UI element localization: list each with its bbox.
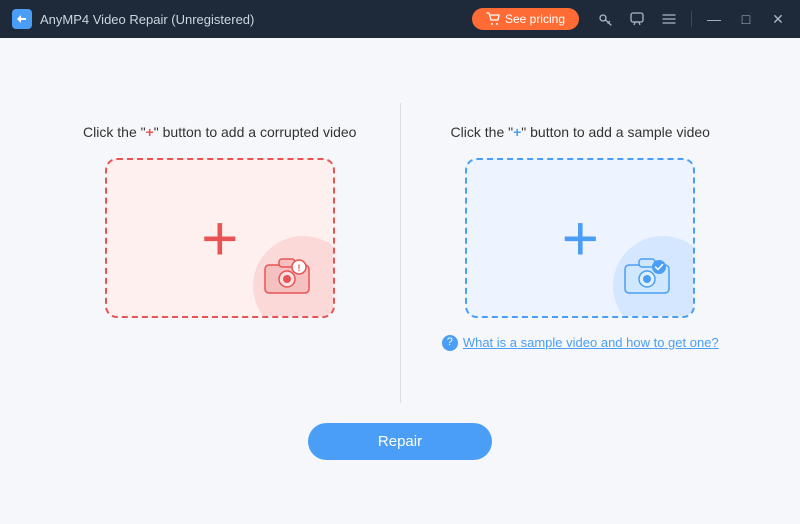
repair-button[interactable]: Repair <box>308 423 492 460</box>
corrupted-video-panel: Click the "+" button to add a corrupted … <box>40 103 400 339</box>
sample-video-panel: Click the "+" button to add a sample vid… <box>401 103 761 373</box>
cart-icon <box>486 12 500 26</box>
sample-camera-icon <box>621 253 673 300</box>
see-pricing-button[interactable]: See pricing <box>472 8 579 30</box>
sample-plus-text: + <box>513 124 521 140</box>
titlebar: AnyMP4 Video Repair (Unregistered) See p… <box>0 0 800 38</box>
titlebar-separator <box>691 11 692 27</box>
close-button[interactable]: ✕ <box>764 5 792 33</box>
help-icon: ? <box>442 335 458 351</box>
app-logo-icon <box>12 9 32 29</box>
key-icon-button[interactable] <box>591 5 619 33</box>
chat-icon-button[interactable] <box>623 5 651 33</box>
titlebar-right: See pricing — □ <box>472 5 792 33</box>
sample-help-link[interactable]: ? What is a sample video and how to get … <box>442 334 719 352</box>
corrupted-drop-zone[interactable]: + ! <box>105 158 335 318</box>
panels-container: Click the "+" button to add a corrupted … <box>40 103 760 403</box>
sample-plus-icon: + <box>562 206 599 270</box>
minimize-button[interactable]: — <box>700 5 728 33</box>
corrupted-camera-icon: ! <box>261 253 313 300</box>
maximize-button[interactable]: □ <box>732 5 760 33</box>
sample-drop-zone[interactable]: + <box>465 158 695 318</box>
menu-icon-button[interactable] <box>655 5 683 33</box>
corrupted-plus-text: + <box>146 124 154 140</box>
corrupted-plus-icon: + <box>201 206 238 270</box>
sample-instruction: Click the "+" button to add a sample vid… <box>451 123 710 143</box>
repair-btn-container: Repair <box>308 423 492 460</box>
svg-text:!: ! <box>297 263 300 273</box>
chat-icon <box>630 12 644 26</box>
key-icon <box>598 12 612 26</box>
hamburger-icon <box>662 12 676 26</box>
corrupted-instruction: Click the "+" button to add a corrupted … <box>83 123 356 143</box>
main-content: Click the "+" button to add a corrupted … <box>0 38 800 524</box>
app-title: AnyMP4 Video Repair (Unregistered) <box>40 12 254 27</box>
titlebar-left: AnyMP4 Video Repair (Unregistered) <box>12 9 254 29</box>
